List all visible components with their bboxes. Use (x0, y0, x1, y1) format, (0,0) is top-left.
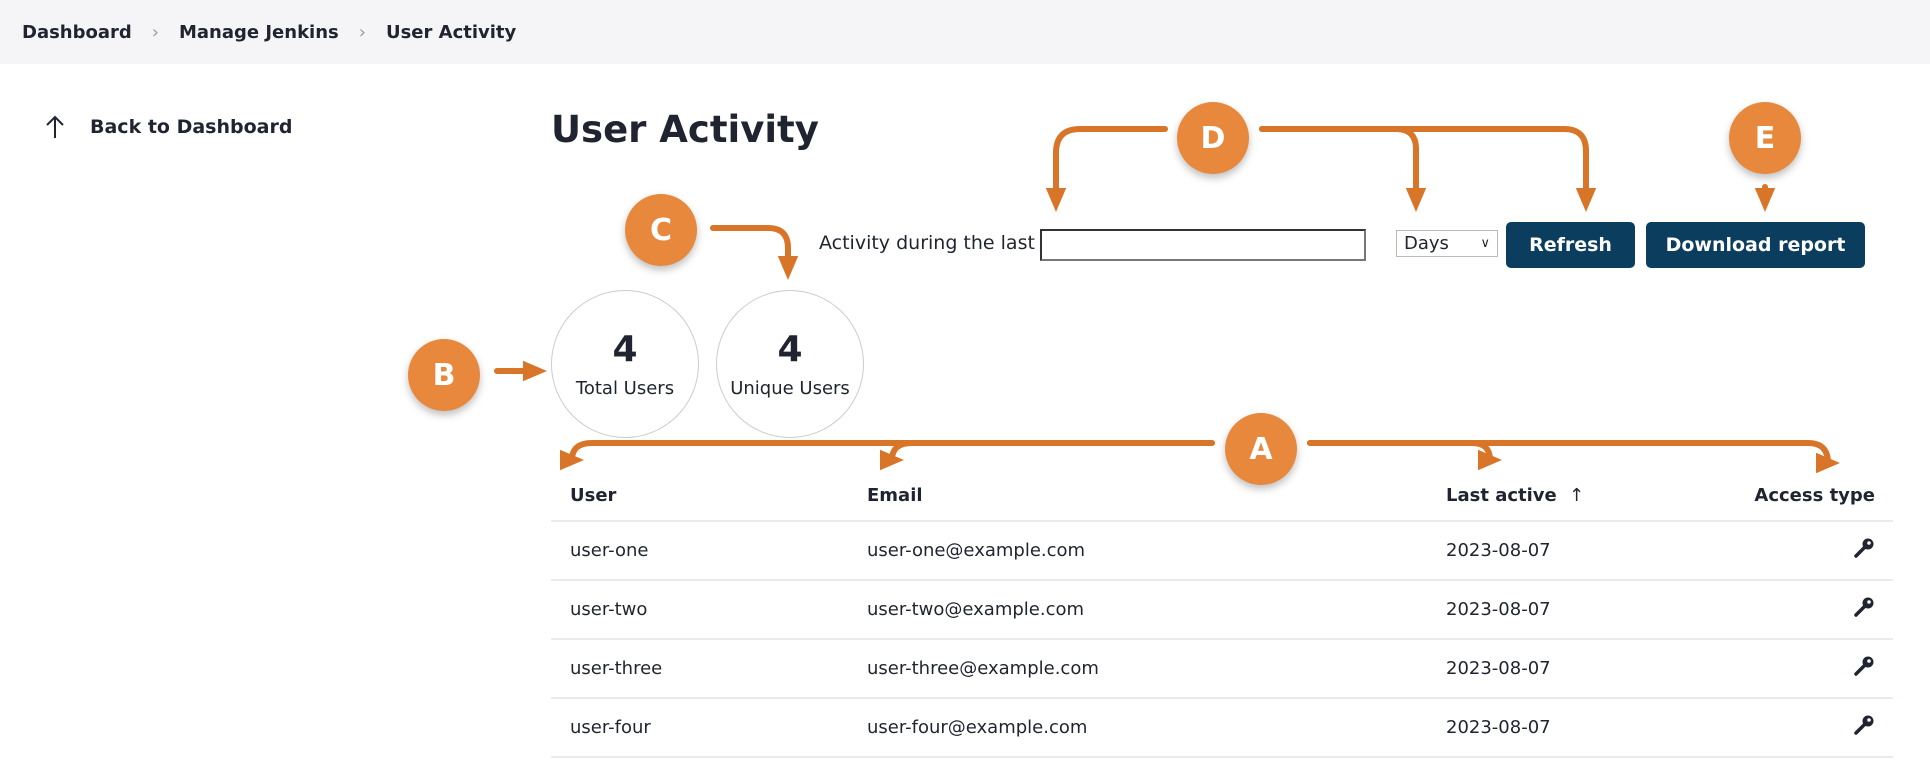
arrow-a-user (561, 440, 1215, 472)
sort-ascending-icon: ↑ (1569, 484, 1585, 506)
cell-email: user-one@example.com (848, 521, 1427, 581)
cell-access-type (1659, 698, 1893, 758)
table-row: user-four user-four@example.com 2023-08-… (551, 698, 1893, 758)
back-to-dashboard-link[interactable]: Back to Dashboard (44, 114, 292, 140)
download-report-button[interactable]: Download report (1646, 222, 1865, 268)
stat-label: Total Users (575, 378, 675, 399)
cell-email: user-two@example.com (848, 580, 1427, 640)
refresh-button[interactable]: Refresh (1506, 222, 1635, 268)
chevron-right-icon: › (358, 21, 366, 43)
key-icon (1854, 715, 1874, 735)
column-access-type[interactable]: Access type (1659, 470, 1893, 522)
breadcrumb: Dashboard › Manage Jenkins › User Activi… (22, 16, 516, 48)
chevron-down-icon: ∨ (1480, 236, 1490, 251)
cell-user[interactable]: user-four (551, 698, 848, 758)
arrow-c (710, 225, 799, 280)
cell-email: user-four@example.com (848, 698, 1427, 758)
arrow-up-icon (46, 115, 64, 138)
cell-last-active: 2023-08-07 (1427, 580, 1660, 640)
table-row: user-two user-two@example.com 2023-08-07 (551, 580, 1893, 640)
breadcrumb-manage-jenkins[interactable]: Manage Jenkins (179, 22, 339, 43)
page-title: User Activity (551, 108, 819, 151)
activity-label: Activity during the last (819, 232, 1035, 254)
arrow-d-refresh (1259, 126, 1597, 212)
breadcrumb-dashboard[interactable]: Dashboard (22, 22, 132, 43)
user-activity-table: User Email Last active ↑ Access type use… (551, 470, 1893, 758)
total-users-stat: 4 Total Users (551, 290, 699, 438)
arrow-a-email (881, 440, 1215, 472)
annotation-badge-e: E (1729, 102, 1801, 174)
annotation-badge-c: C (625, 194, 697, 266)
arrow-d-input (1045, 126, 1168, 212)
annotation-badge-a: A (1225, 413, 1297, 485)
table-header-row: User Email Last active ↑ Access type (551, 470, 1893, 522)
column-user[interactable]: User (551, 470, 848, 522)
cell-access-type (1659, 580, 1893, 640)
cell-access-type (1659, 639, 1893, 699)
arrow-d-select (1259, 126, 1427, 212)
cell-email: user-three@example.com (848, 639, 1427, 699)
key-icon (1854, 597, 1874, 617)
activity-period-input[interactable] (1040, 229, 1366, 261)
chevron-right-icon: › (151, 21, 159, 43)
cell-user[interactable]: user-one (551, 521, 848, 581)
key-icon (1854, 656, 1874, 676)
arrow-a-last (1307, 440, 1501, 472)
annotation-badge-b: B (408, 339, 480, 411)
cell-user[interactable]: user-three (551, 639, 848, 699)
cell-last-active: 2023-08-07 (1427, 521, 1660, 581)
annotation-badge-d: D (1177, 102, 1249, 174)
cell-last-active: 2023-08-07 (1427, 639, 1660, 699)
period-unit-select[interactable]: Days ∨ (1396, 230, 1498, 257)
arrow-a-access (1307, 440, 1839, 475)
cell-user[interactable]: user-two (551, 580, 848, 640)
table-row: user-three user-three@example.com 2023-0… (551, 639, 1893, 699)
column-label: Last active (1446, 484, 1557, 506)
unique-users-stat: 4 Unique Users (716, 290, 864, 438)
cell-last-active: 2023-08-07 (1427, 698, 1660, 758)
table-row: user-one user-one@example.com 2023-08-07 (551, 521, 1893, 581)
cell-access-type (1659, 521, 1893, 581)
stat-value: 4 (777, 329, 803, 370)
column-last-active[interactable]: Last active ↑ (1427, 470, 1660, 522)
breadcrumb-user-activity[interactable]: User Activity (386, 22, 516, 43)
stat-value: 4 (612, 329, 638, 370)
column-email[interactable]: Email (848, 470, 1427, 522)
period-unit-value: Days (1404, 233, 1449, 254)
back-label: Back to Dashboard (90, 116, 293, 138)
key-icon (1854, 538, 1874, 558)
stat-label: Unique Users (730, 378, 850, 399)
